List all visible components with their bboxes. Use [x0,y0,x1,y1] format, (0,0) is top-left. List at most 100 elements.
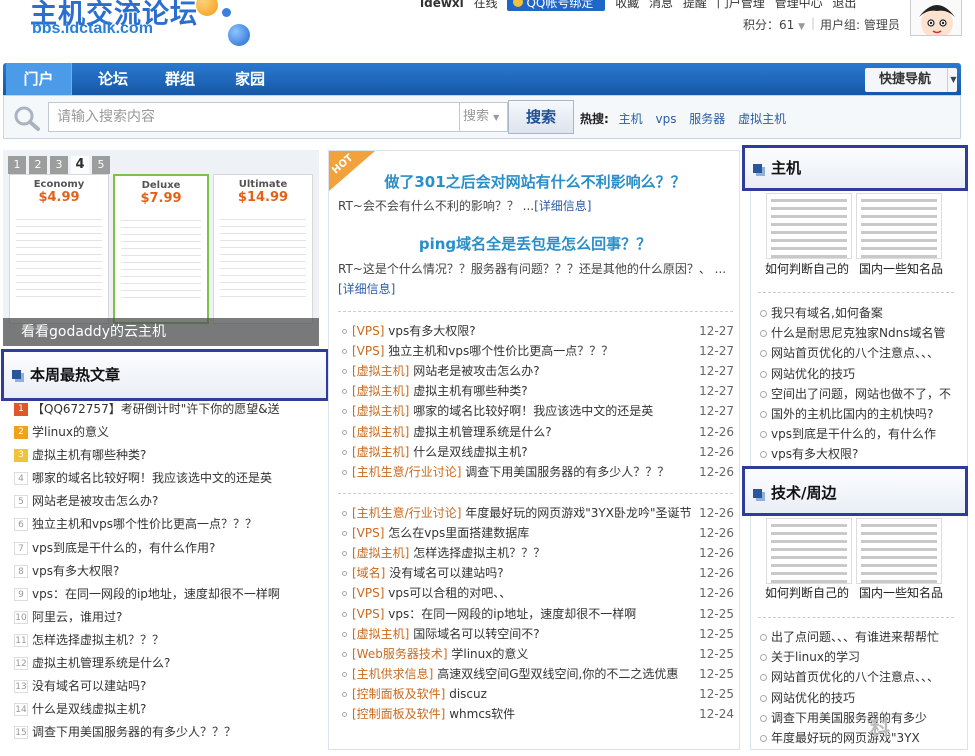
slide-number-2[interactable]: 2 [29,156,47,174]
nav-item-home[interactable]: 门户 [6,63,72,95]
credit-dropdown[interactable]: 积分：61 ▼ [743,16,805,33]
weekly-hot-item[interactable]: 2 学linux的意义 [3,421,321,444]
thread-category[interactable]: [主机供求信息] [352,667,433,681]
hot-term-server[interactable]: 服务器 [689,112,725,126]
thread-category[interactable]: [VPS] [352,607,384,621]
thumb-caption[interactable]: 国内一些知名品 [859,260,943,277]
thread-title[interactable]: 高速双线空间G型双线空间,你的不二之选优惠 [437,667,678,681]
weekly-hot-item[interactable]: 8 vps有多大权限? [3,560,321,583]
thread-row[interactable]: [虚拟主机] 哪家的域名比较好啊！我应该选中文的还是英 12-27 [342,401,734,421]
thread-category[interactable]: [VPS] [352,586,384,600]
weekly-hot-item[interactable]: 10 阿里云，谁用过? [3,606,321,629]
thread-row[interactable]: [主机生意/行业讨论] 调查下用美国服务器的有多少人？？？ 12-26 [342,462,734,482]
nav-item-groups[interactable]: 群组 [148,63,212,95]
weekly-hot-item[interactable]: 15 调查下用美国服务器的有多少人？？？ [3,721,321,744]
thread-row[interactable]: [VPS] vps可以合租的对吧、、 12-26 [342,583,734,603]
thread-title[interactable]: 虚拟主机管理系统是什么? [413,425,551,439]
thumb-caption[interactable]: 如何判断自己的 [765,584,849,601]
hot-term-hosting[interactable]: 主机 [619,112,643,126]
thread-title[interactable]: vps：在同一网段的ip地址，速度却很不一样啊 [388,607,636,621]
weekly-hot-item[interactable]: 3 虚拟主机有哪些种类? [3,444,321,467]
thread-row[interactable]: [虚拟主机] 什么是双线虚拟主机? 12-26 [342,442,734,462]
slide-number-3[interactable]: 3 [50,156,68,174]
thread-category[interactable]: [域名] [352,566,385,580]
thumbnail-image[interactable] [856,193,942,259]
weekly-hot-item[interactable]: 12 虚拟主机管理系统是什么? [3,652,321,675]
topbar-link-admin-center[interactable]: 管理中心 [775,0,823,10]
sidebar-link[interactable]: 年度最好玩的网页游戏"3YX [770,728,920,748]
thread-title[interactable]: vps可以合租的对吧、、 [388,586,511,600]
thread-category[interactable]: [控制面板及软件] [352,687,445,701]
featured-more-link[interactable]: [详细信息] [534,199,591,213]
thumbnail-image[interactable] [766,193,852,259]
thread-row[interactable]: [VPS] vps：在同一网段的ip地址，速度却很不一样啊 12-25 [342,604,734,624]
sidebar-link[interactable]: vps到底是干什么的，有什么作 [770,424,936,444]
weekly-hot-item[interactable]: 6 独立主机和vps哪个性价比更高一点？？？ [3,513,321,536]
thumbnail-image[interactable] [856,518,942,584]
weekly-hot-item[interactable]: 14 什么是双线虚拟主机? [3,698,321,721]
thread-row[interactable]: [VPS] 怎么在vps里面搭建数据库 12-26 [342,523,734,543]
topbar-link-reminders[interactable]: 提醒 [683,0,707,10]
featured-title-1[interactable]: 做了301之后会对网站有什么不利影响么？？ [329,171,741,192]
quick-nav-button[interactable]: 快捷导航 ▼ [865,68,957,92]
sidebar-link[interactable]: 国外的主机比国内的主机快吗? [770,404,933,424]
thread-row[interactable]: [VPS] vps有多大权限? 12-27 [342,321,734,341]
thread-title[interactable]: 独立主机和vps哪个性价比更高一点？？？ [388,344,613,358]
thread-row[interactable]: [主机供求信息] 高速双线空间G型双线空间,你的不二之选优惠 12-25 [342,664,734,684]
online-status[interactable]: 在线 [474,0,498,10]
thread-title[interactable]: 虚拟主机有哪些种类? [413,384,527,398]
thread-row[interactable]: [主机生意/行业讨论] 年度最好玩的网页游戏"3YX卧龙吟"圣诞节 12-26 [342,503,734,523]
weekly-hot-item[interactable]: 1 【QQ672757】考研倒计时"许下你的愿望&送 [3,398,321,421]
topbar-link-messages[interactable]: 消息 [649,0,673,10]
qq-bind-button[interactable]: QQ帐号绑定 [507,0,606,11]
username-link[interactable]: idewxl [420,0,464,10]
thread-category[interactable]: [虚拟主机] [352,627,409,641]
thread-title[interactable]: 学linux的意义 [451,647,528,661]
thumb-caption[interactable]: 国内一些知名品 [859,584,943,601]
search-input[interactable]: 请输入搜索内容 [48,102,460,132]
site-logo[interactable]: 主机交流论坛 bbs.idctalk.com [0,0,260,50]
weekly-hot-item[interactable]: 4 哪家的域名比较好啊！我应该选中文的还是英 [3,467,321,490]
slide-number-5[interactable]: 5 [92,156,110,174]
thread-category[interactable]: [VPS] [352,526,384,540]
sidebar-link[interactable]: 我只有域名,如何备案 [770,303,883,323]
thread-category[interactable]: [VPS] [352,344,384,358]
thread-title[interactable]: 网站老是被攻击怎么办? [413,364,539,378]
sidebar-link[interactable]: 什么是耐思尼克独家Ndns域名管 [770,323,945,343]
thread-row[interactable]: [虚拟主机] 怎样选择虚拟主机？？？ 12-26 [342,543,734,563]
sidebar-link[interactable]: 空间出了问题，网站也做不了，不 [770,384,951,404]
thumb-caption[interactable]: 如何判断自己的 [765,260,849,277]
thread-category[interactable]: [虚拟主机] [352,546,409,560]
thread-category[interactable]: [虚拟主机] [352,404,409,418]
sidebar-link[interactable]: 网站优化的技巧 [770,688,855,708]
thread-row[interactable]: [控制面板及软件] whmcs软件 12-24 [342,704,734,724]
thread-title[interactable]: whmcs软件 [449,707,515,721]
thread-title[interactable]: vps有多大权限? [388,324,475,338]
thread-category[interactable]: [虚拟主机] [352,445,409,459]
hot-term-virtual-host[interactable]: 虚拟主机 [738,112,786,126]
thread-row[interactable]: [虚拟主机] 国际域名可以转空间不? 12-25 [342,624,734,644]
thread-title[interactable]: 国际域名可以转空间不? [413,627,539,641]
thread-row[interactable]: [域名] 没有域名可以建站吗? 12-26 [342,563,734,583]
featured-title-2[interactable]: ping域名全是丢包是怎么回事？？ [329,233,741,254]
slide-number-4[interactable]: 4 [71,156,89,174]
thread-title[interactable]: 怎么在vps里面搭建数据库 [388,526,529,540]
featured-more-link[interactable]: [详细信息] [338,282,395,296]
thread-row[interactable]: [虚拟主机] 虚拟主机有哪些种类? 12-27 [342,381,734,401]
thread-row[interactable]: [虚拟主机] 虚拟主机管理系统是什么? 12-26 [342,422,734,442]
topbar-link-portal-admin[interactable]: 门户管理 [717,0,765,10]
thread-title[interactable]: 怎样选择虚拟主机？？？ [413,546,545,560]
sidebar-link[interactable]: 网站首页优化的八个注意点、、、 [770,667,939,687]
slide-number-1[interactable]: 1 [8,156,26,174]
sidebar-link[interactable]: 网站首页优化的八个注意点、、、 [770,343,939,363]
sidebar-link[interactable]: 出了点问题、、、有谁进来帮帮忙 [770,627,939,647]
thread-row[interactable]: [Web服务器技术] 学linux的意义 12-25 [342,644,734,664]
search-button[interactable]: 搜索 [508,100,574,134]
weekly-hot-item[interactable]: 9 vps：在同一网段的ip地址，速度却很不一样啊 [3,583,321,606]
thread-title[interactable]: 年度最好玩的网页游戏"3YX卧龙吟"圣诞节 [465,506,691,520]
thread-category[interactable]: [虚拟主机] [352,364,409,378]
thread-category[interactable]: [控制面板及软件] [352,707,445,721]
thread-category[interactable]: [虚拟主机] [352,425,409,439]
thread-category[interactable]: [VPS] [352,324,384,338]
search-type-select[interactable]: 搜索 ▼ [460,102,508,132]
